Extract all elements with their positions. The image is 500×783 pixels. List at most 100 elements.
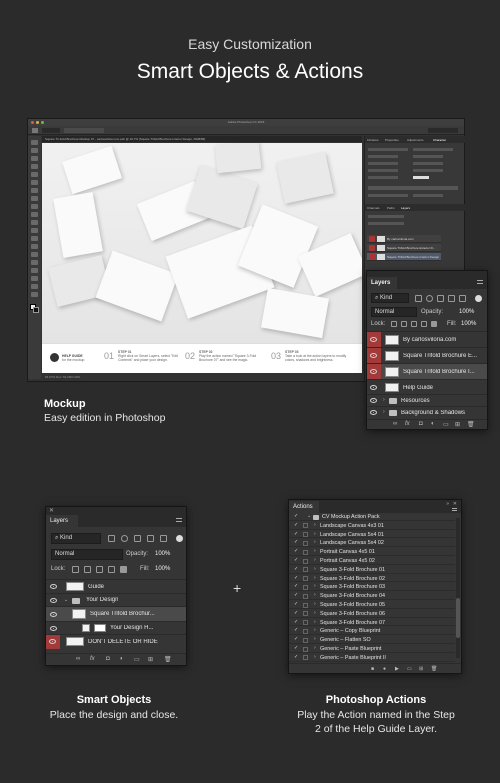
action-row[interactable]: ✓ › Portrait Canvas 4x5 01 — [289, 548, 455, 557]
layer-style-icon[interactable]: fx — [90, 656, 95, 662]
type-filter-icon[interactable] — [437, 295, 444, 302]
close-panel-icon[interactable]: ✕ — [453, 501, 457, 507]
kerning-field[interactable] — [368, 162, 398, 165]
visibility-eye-icon[interactable] — [50, 626, 57, 631]
stamp-icon[interactable] — [31, 204, 38, 209]
lock-position-icon[interactable] — [96, 566, 103, 573]
lock-pixels-icon[interactable] — [84, 566, 91, 573]
new-layer-icon[interactable]: ⊞ — [455, 421, 460, 428]
visibility-eye-icon[interactable] — [370, 369, 377, 374]
trash-icon[interactable]: 🗑 — [431, 666, 437, 672]
layer-row[interactable]: By carlosviloria.com — [367, 235, 441, 243]
dialog-toggle-box[interactable] — [303, 567, 308, 573]
new-group-icon[interactable]: ▭ — [443, 421, 449, 428]
opacity-value[interactable]: 100% — [155, 551, 170, 557]
visibility-eye-icon[interactable] — [50, 584, 57, 589]
vertical-scale-field[interactable] — [368, 169, 398, 172]
dialog-toggle-box[interactable] — [303, 549, 308, 555]
align-buttons[interactable] — [64, 128, 104, 133]
layer-row[interactable]: Square Trifold Brochure Exterior D... — [367, 244, 441, 252]
panel-menu-icon[interactable] — [176, 518, 182, 522]
lock-position-icon[interactable] — [411, 321, 417, 327]
collapse-icon[interactable]: » — [446, 501, 449, 507]
auto-select-dropdown[interactable] — [42, 128, 60, 133]
checkmark-icon[interactable]: ✓ — [294, 610, 298, 616]
tab-channels[interactable]: Channels — [367, 206, 380, 210]
link-layers-icon[interactable]: ∞ — [393, 421, 397, 427]
action-row[interactable]: ✓ › Landscape Canvas 5x4 02 — [289, 539, 455, 548]
checkmark-icon[interactable]: ✓ — [294, 557, 298, 563]
action-row[interactable]: ✓ › Square 3-Fold Brochure 05 — [289, 601, 455, 609]
layer-row-selected[interactable]: Square Trifold Brochur... — [46, 606, 186, 621]
close-panel-icon[interactable]: ✕ — [49, 507, 54, 514]
adjustment-layer-icon[interactable]: ◐ — [120, 656, 124, 662]
blend-mode-dropdown[interactable] — [368, 222, 404, 225]
action-row[interactable]: ✓ › Square 3-Fold Brochure 02 — [289, 575, 455, 583]
baseline-field[interactable] — [368, 176, 398, 179]
dialog-toggle-box[interactable] — [303, 593, 308, 599]
tab-layers[interactable]: Layers — [401, 206, 410, 210]
quick-select-icon[interactable] — [31, 164, 38, 169]
move-tool-icon[interactable] — [32, 128, 38, 133]
chevron-right-icon[interactable]: › — [314, 654, 316, 660]
layer-row[interactable]: Square Trifold Brochure E... — [367, 347, 487, 364]
horizontal-scale-field[interactable] — [413, 169, 443, 172]
dialog-toggle-box[interactable] — [303, 532, 308, 538]
layer-group-row[interactable]: › Background & Shadows — [367, 406, 487, 418]
gradient-icon[interactable] — [31, 228, 38, 233]
type-style-buttons[interactable] — [368, 186, 458, 190]
dialog-toggle-box[interactable] — [303, 523, 308, 529]
chevron-right-icon[interactable]: › — [314, 548, 316, 554]
chevron-right-icon[interactable]: › — [314, 557, 316, 563]
filter-toggle-icon[interactable] — [475, 295, 482, 302]
blend-mode-dropdown[interactable]: Normal — [51, 549, 123, 560]
tab-libraries[interactable]: Libraries — [367, 138, 379, 142]
text-color-swatch[interactable] — [413, 176, 429, 179]
chevron-right-icon[interactable]: › — [383, 409, 385, 415]
dodge-icon[interactable] — [31, 244, 38, 249]
scrollbar-thumb[interactable] — [456, 598, 460, 638]
visibility-eye-icon[interactable] — [50, 598, 57, 603]
zoom-icon[interactable] — [31, 292, 38, 297]
panel-menu-icon[interactable] — [452, 508, 457, 511]
dialog-toggle-box[interactable] — [303, 620, 308, 626]
dialog-toggle-box[interactable] — [303, 611, 308, 617]
pixel-filter-icon[interactable] — [108, 535, 115, 542]
dialog-toggle-box[interactable] — [303, 646, 308, 652]
visibility-eye-icon[interactable] — [49, 639, 56, 644]
filter-kind-dropdown[interactable]: ⌕ Kind — [371, 293, 409, 303]
close-window-dot[interactable] — [31, 121, 34, 124]
stop-icon[interactable]: ■ — [371, 666, 374, 672]
action-row[interactable]: ✓ › Square 3-Fold Brochure 06 — [289, 610, 455, 618]
language-dropdown[interactable] — [368, 194, 408, 197]
visibility-eye-icon[interactable] — [370, 337, 377, 342]
brush-icon[interactable] — [31, 196, 38, 201]
chevron-right-icon[interactable]: › — [314, 619, 316, 625]
chevron-right-icon[interactable]: › — [383, 397, 385, 403]
add-mask-icon[interactable]: ◘ — [419, 421, 423, 427]
new-group-icon[interactable]: ▭ — [134, 656, 140, 663]
filter-toggle-icon[interactable] — [176, 535, 183, 542]
chevron-right-icon[interactable]: › — [314, 636, 316, 642]
shape-filter-icon[interactable] — [147, 535, 154, 542]
history-brush-icon[interactable] — [31, 212, 38, 217]
chevron-right-icon[interactable]: › — [314, 601, 316, 607]
visibility-eye-icon[interactable] — [370, 353, 377, 358]
healing-icon[interactable] — [31, 188, 38, 193]
adjustment-layer-icon[interactable]: ◐ — [431, 421, 435, 427]
chevron-right-icon[interactable]: › — [314, 539, 316, 545]
filter-kind-dropdown[interactable]: ⌕ Kind — [51, 533, 101, 544]
lock-pixels-icon[interactable] — [401, 321, 407, 327]
lock-all-icon[interactable] — [120, 566, 127, 573]
play-icon[interactable]: ▶ — [395, 666, 399, 672]
chevron-right-icon[interactable]: › — [314, 610, 316, 616]
checkmark-icon[interactable]: ✓ — [294, 575, 298, 581]
action-row[interactable]: ✓ › Square 3-Fold Brochure 03 — [289, 583, 455, 592]
dialog-toggle-box[interactable] — [303, 637, 308, 643]
checkmark-icon[interactable]: ✓ — [294, 592, 298, 598]
new-set-icon[interactable]: ▭ — [407, 666, 412, 672]
action-row[interactable]: ✓ › Square 3-Fold Brochure 07 — [289, 619, 455, 627]
chevron-down-icon[interactable]: ⌄ — [64, 597, 68, 603]
fill-value[interactable]: 100% — [155, 566, 170, 572]
chevron-right-icon[interactable]: › — [314, 627, 316, 633]
